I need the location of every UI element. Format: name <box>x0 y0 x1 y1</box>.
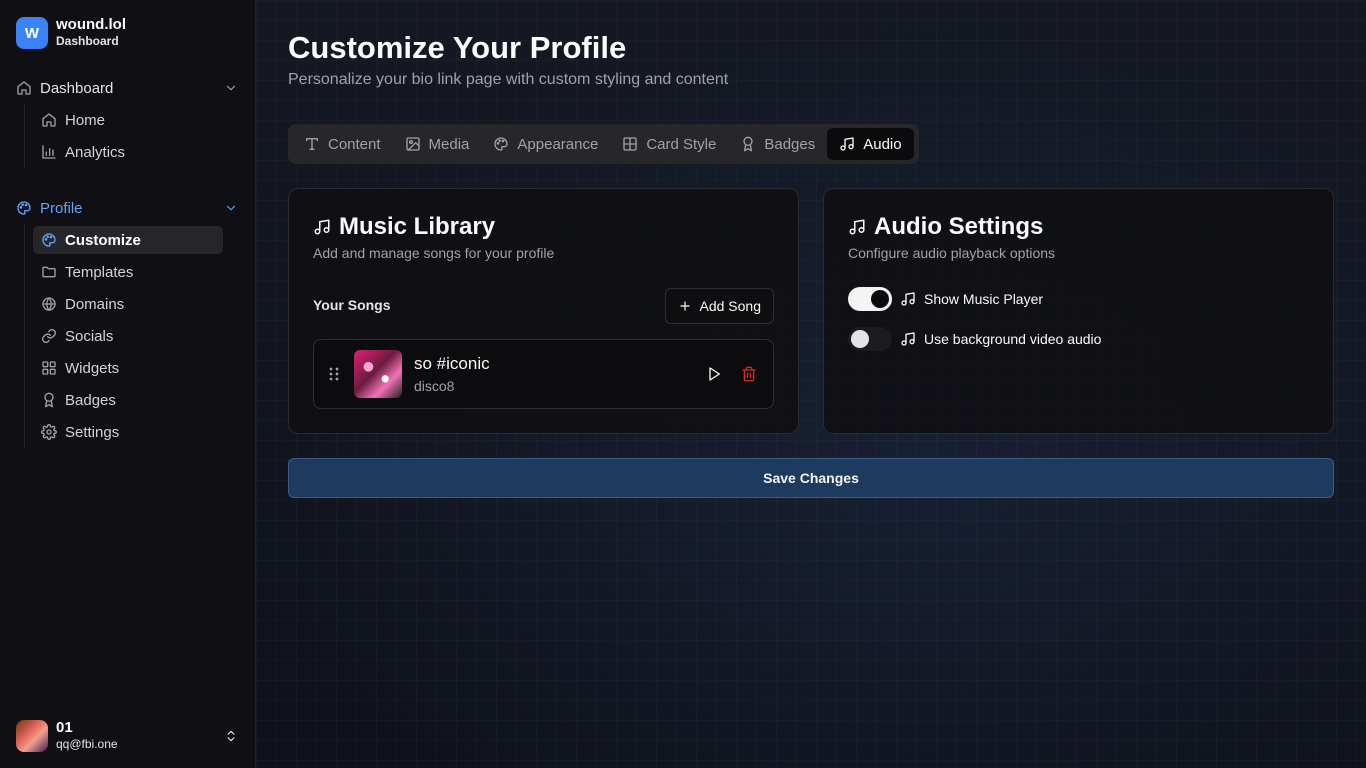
card-description: Add and manage songs for your profile <box>313 245 555 261</box>
image-icon <box>405 137 420 151</box>
home-icon <box>42 113 56 127</box>
songs-label: Your Songs <box>313 297 391 313</box>
music-icon <box>840 137 854 151</box>
tab-label: Appearance <box>517 135 599 153</box>
sidebar-item-label: Analytics <box>65 143 126 161</box>
tab-label: Badges <box>764 135 816 153</box>
card-title: Audio Settings <box>848 213 1043 241</box>
song-title: so #iconic <box>414 354 490 373</box>
plus-icon <box>679 301 690 311</box>
user-menu[interactable]: 01 qq@fbi.one <box>16 720 240 752</box>
music-icon <box>901 332 915 346</box>
song-artist: disco8 <box>414 378 455 394</box>
avatar <box>16 720 48 752</box>
tab-appearance[interactable]: Appearance <box>481 128 610 160</box>
award-icon <box>743 136 754 152</box>
palette-icon <box>494 137 509 151</box>
tab-card-style[interactable]: Card Style <box>610 128 728 160</box>
sidebar-item-templates[interactable]: Templates <box>33 258 223 286</box>
gear-icon <box>41 424 57 440</box>
sidebar-item-label: Settings <box>65 423 120 441</box>
brand[interactable]: W wound.lol Dashboard <box>16 16 126 50</box>
card-title: Music Library <box>313 213 495 241</box>
sidebar-item-label: Widgets <box>65 359 120 377</box>
sidebar-item-label: Badges <box>65 391 116 409</box>
grid-icon <box>42 361 56 375</box>
tab-media[interactable]: Media <box>393 128 482 160</box>
globe-icon <box>42 297 56 311</box>
sidebar-item-settings[interactable]: Settings <box>33 418 223 446</box>
bar-chart-icon <box>42 145 56 159</box>
sidebar-item-label: Home <box>65 111 106 129</box>
tab-content[interactable]: Content <box>292 128 393 160</box>
card-title-text: Music Library <box>339 213 496 240</box>
sidebar-item-home[interactable]: Home <box>33 106 223 134</box>
chevrons-up-down-icon <box>227 730 235 742</box>
save-changes-button[interactable]: Save Changes <box>288 458 1334 498</box>
sidebar-item-label: Customize <box>65 231 141 249</box>
page-title: Customize Your Profile <box>288 30 627 65</box>
main-content: Customize Your Profile Personalize your … <box>256 0 1366 768</box>
music-icon <box>314 219 330 235</box>
palette-icon <box>17 201 31 215</box>
setting-label: Show Music Player <box>924 291 1044 307</box>
sidebar-item-analytics[interactable]: Analytics <box>33 138 223 166</box>
drag-handle-icon[interactable] <box>328 366 340 382</box>
add-song-label: Add Song <box>699 298 762 314</box>
brand-logo: W <box>16 17 48 49</box>
music-library-card: Music Library Add and manage songs for y… <box>288 188 799 434</box>
sidebar-item-badges[interactable]: Badges <box>33 386 223 414</box>
tab-label: Content <box>328 135 381 153</box>
nav-tree-line <box>24 224 25 448</box>
sidebar-item-socials[interactable]: Socials <box>33 322 223 350</box>
background-video-audio-setting: Use background video audio <box>848 327 1101 351</box>
customize-tabs: Content Media Appearance Card Style Badg… <box>288 124 919 164</box>
show-music-player-setting: Show Music Player <box>848 287 1043 311</box>
link-icon <box>42 329 56 343</box>
brand-subtitle: Dashboard <box>56 34 119 48</box>
nav-group-dashboard[interactable]: Dashboard <box>16 76 240 100</box>
tab-label: Card Style <box>646 135 717 153</box>
page-subtitle: Personalize your bio link page with cust… <box>288 71 729 88</box>
card-title-text: Audio Settings <box>874 213 1044 240</box>
song-row[interactable]: so #iconic disco8 <box>313 339 774 409</box>
type-icon <box>306 138 318 150</box>
sidebar-item-label: Domains <box>65 295 125 313</box>
sidebar-item-domains[interactable]: Domains <box>33 290 223 318</box>
sidebar: W wound.lol Dashboard Dashboard Home Ana… <box>0 0 256 768</box>
nav-group-label: Profile <box>40 199 83 217</box>
sidebar-item-label: Socials <box>65 327 114 345</box>
user-name: 01 <box>56 719 73 736</box>
folder-icon <box>42 266 56 278</box>
chevron-down-icon <box>226 85 236 91</box>
chevron-down-icon <box>226 205 236 211</box>
setting-label: Use background video audio <box>924 331 1102 347</box>
palette-icon <box>42 233 56 247</box>
sidebar-item-customize[interactable]: Customize <box>33 226 223 254</box>
home-icon <box>17 81 31 95</box>
tab-label: Audio <box>863 135 902 153</box>
sidebar-item-widgets[interactable]: Widgets <box>33 354 223 382</box>
layout-grid-icon <box>623 137 637 151</box>
show-music-player-toggle[interactable] <box>848 287 892 311</box>
brand-name: wound.lol <box>56 16 126 33</box>
add-song-button[interactable]: Add Song <box>664 288 774 324</box>
award-icon <box>44 392 54 408</box>
background-video-audio-toggle[interactable] <box>848 327 892 351</box>
card-description: Configure audio playback options <box>848 245 1056 261</box>
tab-audio[interactable]: Audio <box>827 128 914 160</box>
song-cover-image <box>354 350 402 398</box>
nav-group-profile[interactable]: Profile <box>16 196 240 220</box>
user-email: qq@fbi.one <box>56 737 118 751</box>
nav-tree-line <box>24 104 25 168</box>
trash-icon[interactable] <box>741 366 757 382</box>
tab-label: Media <box>428 135 470 153</box>
music-icon <box>849 219 865 235</box>
nav-group-label: Dashboard <box>40 79 114 97</box>
music-icon <box>901 292 915 306</box>
sidebar-item-label: Templates <box>65 263 134 281</box>
audio-settings-card: Audio Settings Configure audio playback … <box>823 188 1334 434</box>
play-icon[interactable] <box>706 366 722 382</box>
tab-badges[interactable]: Badges <box>728 128 827 160</box>
